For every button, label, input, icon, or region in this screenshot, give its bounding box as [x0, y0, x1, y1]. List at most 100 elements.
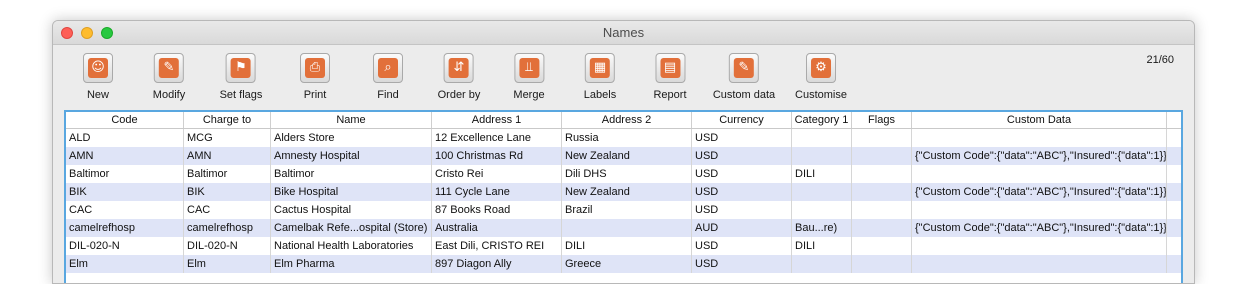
cell-category-1: [792, 129, 852, 147]
column-header-code[interactable]: Code: [66, 112, 184, 128]
record-count: 21/60: [1146, 54, 1174, 66]
cell-code: AMN: [66, 147, 184, 165]
title-bar: Names: [53, 21, 1194, 45]
flag-icon: ⚑: [226, 53, 256, 83]
column-header-name[interactable]: Name: [271, 112, 432, 128]
toolbar-button-customise[interactable]: ⚙ Customise: [795, 53, 847, 101]
cell-address-1: 100 Christmas Rd: [432, 147, 562, 165]
cell-flags: [852, 147, 912, 165]
cell-category-1: [792, 201, 852, 219]
column-header-address-1[interactable]: Address 1: [432, 112, 562, 128]
table-row[interactable]: CAC CAC Cactus Hospital 87 Books Road Brazil…: [66, 201, 1181, 219]
magnifier-icon: ⌕: [373, 53, 403, 83]
cell-code: Baltimor: [66, 165, 184, 183]
table-row[interactable]: Baltimor Baltimor Baltimor Cristo Rei Dili D…: [66, 165, 1181, 183]
toolbar-button-new[interactable]: ☺ New: [83, 53, 113, 101]
window-title: Names: [602, 25, 645, 40]
cell-address-1: 87 Books Road: [432, 201, 562, 219]
cell-address-1: 897 Diagon Ally: [432, 255, 562, 273]
toolbar-button-label: Modify: [152, 89, 186, 101]
table-row[interactable]: ALD MCG Alders Store 12 Excellence Lane Russ…: [66, 129, 1181, 147]
toolbar-button-find[interactable]: ⌕ Find: [373, 53, 403, 101]
cell-charge-to: DIL-020-N: [184, 237, 271, 255]
cell-name: Baltimor: [271, 165, 432, 183]
merge-icon-glyph: ⫫: [519, 58, 539, 78]
labels-grid-icon: ▦: [584, 53, 615, 83]
toolbar-button-custom-data[interactable]: ✎ Custom data: [713, 53, 775, 101]
cell-flags: [852, 237, 912, 255]
toolbar-button-set-flags[interactable]: ⚑ Set flags: [220, 53, 262, 101]
custom-data-icon-glyph: ✎: [734, 58, 754, 78]
cell-custom-data: {"Custom Code":{"data":"ABC"},"Insured":…: [912, 183, 1167, 201]
printer-icon-glyph: ⎙: [305, 58, 325, 78]
report-cards-icon-glyph: ▤: [660, 58, 680, 78]
toolbar-button-order-by[interactable]: ⇵ Order by: [438, 53, 480, 101]
toolbar-button-merge[interactable]: ⫫ Merge: [513, 53, 545, 101]
cell-address-2: [562, 219, 692, 237]
cell-custom-data: {"Custom Code":{"data":"ABC"},"Insured":…: [912, 147, 1167, 165]
sort-icon: ⇵: [443, 53, 474, 83]
names-table[interactable]: Code Charge to Name Address 1 Address 2 Curre…: [64, 110, 1183, 283]
cell-currency: USD: [692, 147, 792, 165]
cell-code: CAC: [66, 201, 184, 219]
cell-name: Camelbak Refe...ospital (Store): [271, 219, 432, 237]
cell-currency: AUD: [692, 219, 792, 237]
column-header-flags[interactable]: Flags: [852, 112, 912, 128]
toolbar-button-labels[interactable]: ▦ Labels: [584, 53, 616, 101]
cell-charge-to: BIK: [184, 183, 271, 201]
toolbar-button-report[interactable]: ▤ Report: [653, 53, 687, 101]
toolbar-button-modify[interactable]: ✎ Modify: [153, 53, 185, 101]
column-header-currency[interactable]: Currency: [692, 112, 792, 128]
report-cards-icon: ▤: [655, 53, 685, 83]
cell-custom-data: [912, 165, 1167, 183]
cell-custom-data: [912, 129, 1167, 147]
table-row[interactable]: camelrefhosp camelrefhosp Camelbak Refe...…: [66, 219, 1181, 237]
cell-charge-to: Baltimor: [184, 165, 271, 183]
cell-category-1: [792, 183, 852, 201]
cell-name: National Health Laboratories: [271, 237, 432, 255]
table-row[interactable]: BIK BIK Bike Hospital 111 Cycle Lane New Zea…: [66, 183, 1181, 201]
toolbar-button-label: Print: [303, 89, 327, 101]
cell-custom-data: [912, 237, 1167, 255]
cell-currency: USD: [692, 201, 792, 219]
table-row[interactable]: DIL-020-N DIL-020-N National Health Labora…: [66, 237, 1181, 255]
cell-category-1: Bau...re): [792, 219, 852, 237]
cell-charge-to: CAC: [184, 201, 271, 219]
names-window: Names ☺ New ✎ Modify ⚑ Set flags ⎙ Print ⌕ Find ⇵ O…: [52, 20, 1195, 284]
cell-name: Alders Store: [271, 129, 432, 147]
toolbar-button-label: Find: [377, 89, 399, 101]
cell-category-1: DILI: [792, 237, 852, 255]
toolbar-button-label: New: [86, 89, 109, 101]
cell-currency: USD: [692, 255, 792, 273]
printer-icon: ⎙: [300, 53, 330, 83]
cell-custom-data: {"Custom Code":{"data":"ABC"},"Insured":…: [912, 219, 1167, 237]
cell-flags: [852, 183, 912, 201]
cell-flags: [852, 201, 912, 219]
cell-code: ALD: [66, 129, 184, 147]
cell-address-1: 12 Excellence Lane: [432, 129, 562, 147]
labels-grid-icon-glyph: ▦: [589, 58, 610, 78]
cell-flags: [852, 219, 912, 237]
cell-address-2: New Zealand: [562, 147, 692, 165]
column-header-custom-data[interactable]: Custom Data: [912, 112, 1167, 128]
table-row[interactable]: Elm Elm Elm Pharma 897 Diagon Ally Greece USD: [66, 255, 1181, 273]
column-header-category-1[interactable]: Category 1: [792, 112, 852, 128]
cell-address-2: Dili DHS: [562, 165, 692, 183]
toolbar-button-label: Labels: [583, 89, 617, 101]
cell-address-2: DILI: [562, 237, 692, 255]
toolbar-button-label: Merge: [513, 89, 545, 101]
cell-category-1: DILI: [792, 165, 852, 183]
cell-address-2: Greece: [562, 255, 692, 273]
cell-charge-to: camelrefhosp: [184, 219, 271, 237]
cell-code: DIL-020-N: [66, 237, 184, 255]
toolbar-button-label: Report: [653, 89, 687, 101]
cell-flags: [852, 129, 912, 147]
toolbar-button-label: Custom data: [712, 89, 776, 101]
gear-icon: ⚙: [806, 53, 836, 83]
column-header-address-2[interactable]: Address 2: [562, 112, 692, 128]
cell-name: Amnesty Hospital: [271, 147, 432, 165]
toolbar-button-print[interactable]: ⎙ Print: [300, 53, 330, 101]
table-row[interactable]: AMN AMN Amnesty Hospital 100 Christmas Rd Ne…: [66, 147, 1181, 165]
column-header-charge-to[interactable]: Charge to: [184, 112, 271, 128]
sort-icon-glyph: ⇵: [448, 58, 469, 78]
